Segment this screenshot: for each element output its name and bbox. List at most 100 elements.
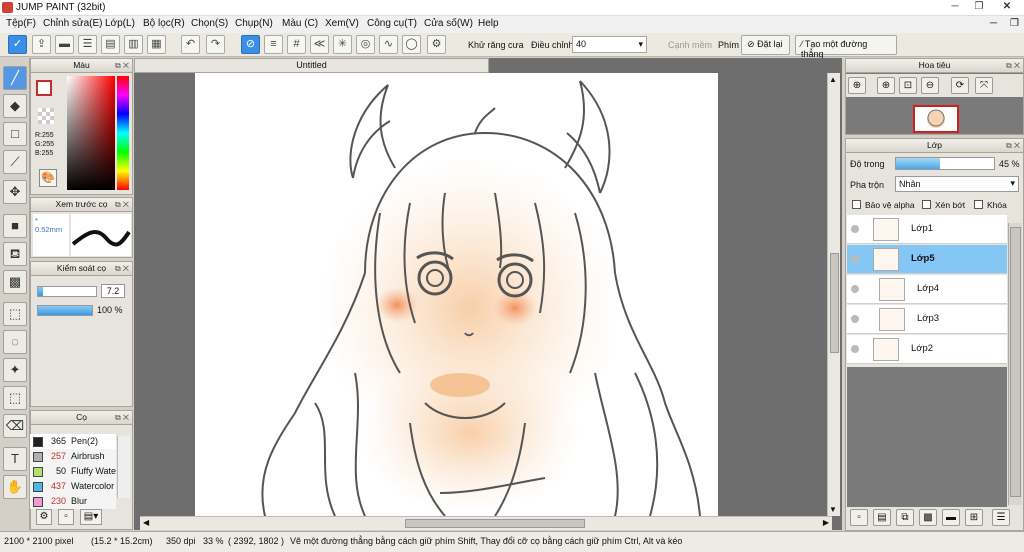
menu-view[interactable]: Xem(V) xyxy=(325,18,359,29)
layer-visibility-icon[interactable] xyxy=(851,285,859,293)
layer-row[interactable]: Lớp3 xyxy=(847,305,1007,334)
brush-tool-icon[interactable]: ╱ xyxy=(3,66,27,90)
comment-icon[interactable]: ▬ xyxy=(55,35,74,54)
duplicate-layer-icon[interactable]: ⧉ xyxy=(896,509,914,526)
panel-menu-icon[interactable]: ⧉ ✕ xyxy=(1006,61,1020,71)
mdi-restore-icon[interactable]: ❐ xyxy=(1010,18,1019,29)
menu-layer[interactable]: Lớp(L) xyxy=(105,18,135,29)
panel-menu-icon[interactable]: ⧉ ✕ xyxy=(115,264,129,274)
new-brush-icon[interactable]: ▫ xyxy=(58,509,74,525)
clipping-checkbox[interactable] xyxy=(922,200,931,209)
scroll-left-icon[interactable]: ◀ xyxy=(143,518,149,527)
brush-size-value[interactable]: 7.2 xyxy=(101,284,125,298)
brush-opacity-slider[interactable] xyxy=(37,305,93,316)
snap-settings-icon[interactable]: ⚙ xyxy=(427,35,446,54)
document-icon[interactable]: ▤ xyxy=(101,35,120,54)
merge-layer-icon[interactable]: ⊞ xyxy=(965,509,983,526)
bucket-tool-icon[interactable]: ⛾ xyxy=(3,242,27,266)
gradient-tool-icon[interactable]: ▩ xyxy=(3,270,27,294)
hue-slider[interactable] xyxy=(117,76,129,190)
protect-alpha-checkbox[interactable] xyxy=(852,200,861,209)
layer-menu-icon[interactable]: ☰ xyxy=(992,509,1010,526)
menu-capture[interactable]: Chụp(N) xyxy=(235,18,273,29)
chat-icon[interactable]: ☰ xyxy=(78,35,97,54)
horizontal-scroll-thumb[interactable] xyxy=(405,519,585,528)
new-layer-folder-icon[interactable]: ▤ xyxy=(873,509,891,526)
scroll-down-icon[interactable]: ▼ xyxy=(829,505,837,514)
menu-select[interactable]: Chọn(S) xyxy=(191,18,228,29)
brush-list-item[interactable]: 50 Fluffy Wate xyxy=(30,464,116,479)
magic-wand-tool-icon[interactable]: ✦ xyxy=(3,358,27,382)
brush-menu-icon[interactable]: ▤▾ xyxy=(80,509,102,525)
layer-visibility-icon[interactable] xyxy=(851,255,859,263)
brush-list-item[interactable]: 230 Blur xyxy=(30,494,116,509)
brush-list-item[interactable]: 437 Watercolor xyxy=(30,479,116,494)
panel-menu-icon[interactable]: ⧉ ✕ xyxy=(115,200,129,210)
zoom-fit-icon[interactable]: ⊡ xyxy=(899,77,917,94)
panel-menu-icon[interactable]: ⧉ ✕ xyxy=(115,413,129,423)
horizontal-scrollbar[interactable]: ◀ ▶ xyxy=(140,516,832,530)
rotate-icon[interactable]: ⟳ xyxy=(951,77,969,94)
menu-file[interactable]: Tệp(F) xyxy=(6,18,36,29)
minimize-icon[interactable]: ─ xyxy=(942,0,968,14)
layer-list-scrollbar[interactable] xyxy=(1008,223,1022,505)
adjust-select[interactable]: 40 ▾ xyxy=(572,36,647,53)
menu-edit[interactable]: Chỉnh sửa(E) xyxy=(43,18,103,29)
grid-layout-icon[interactable]: ▦ xyxy=(147,35,166,54)
page-icon[interactable]: ▥ xyxy=(124,35,143,54)
brush-list-scrollbar[interactable] xyxy=(117,436,130,498)
restore-icon[interactable]: ❐ xyxy=(966,0,992,14)
palette-icon[interactable]: 🎨 xyxy=(39,169,57,187)
menu-color[interactable]: Màu (C) xyxy=(282,18,318,29)
layer-scroll-thumb[interactable] xyxy=(1010,227,1021,497)
straight-line-button[interactable]: ⁄ Tạo một đường thẳng xyxy=(795,35,897,59)
lasso-tool-icon[interactable]: ◌ xyxy=(3,330,27,354)
panel-menu-icon[interactable]: ⧉ ✕ xyxy=(1006,141,1020,151)
vertical-scroll-thumb[interactable] xyxy=(830,253,839,353)
line-tool-icon[interactable]: ⟋ xyxy=(3,150,27,174)
vertical-scrollbar[interactable]: ▲ ▼ xyxy=(827,73,840,516)
redo-icon[interactable]: ↷ xyxy=(206,35,225,54)
hand-tool-icon[interactable]: ✋ xyxy=(3,475,27,499)
scroll-right-icon[interactable]: ▶ xyxy=(823,518,829,527)
folder-icon[interactable]: ▬ xyxy=(942,509,960,526)
menu-window[interactable]: Cửa số(W) xyxy=(424,18,473,29)
brush-size-slider[interactable] xyxy=(37,286,97,297)
screentone-layer-icon[interactable]: ▩ xyxy=(919,509,937,526)
eraser-tool-icon[interactable]: ◆ xyxy=(3,94,27,118)
snap-circle-icon[interactable]: ◎ xyxy=(356,35,375,54)
layer-opacity-slider[interactable] xyxy=(895,157,995,170)
navigator-thumbnail[interactable] xyxy=(913,105,959,133)
primary-color-swatch[interactable] xyxy=(36,80,52,96)
touch-mode-icon[interactable]: ✓ xyxy=(8,35,27,54)
zoom-in-icon[interactable]: ⊕ xyxy=(877,77,895,94)
fit-window-icon[interactable]: ⤧ xyxy=(975,77,993,94)
snap-perspective-icon[interactable]: ≪ xyxy=(310,35,329,54)
scroll-up-icon[interactable]: ▲ xyxy=(829,75,837,84)
layer-row[interactable]: Lớp4 xyxy=(847,275,1007,304)
snap-grid-icon[interactable]: # xyxy=(287,35,306,54)
menu-help[interactable]: Help xyxy=(478,18,499,29)
menu-tools[interactable]: Công cụ(T) xyxy=(367,18,417,29)
transparent-swatch[interactable] xyxy=(38,108,54,124)
snap-radial-icon[interactable]: ✳ xyxy=(333,35,352,54)
snap-ellipse-icon[interactable]: ◯ xyxy=(402,35,421,54)
menu-filter[interactable]: Bộ lọc(R) xyxy=(143,18,185,29)
lock-checkbox[interactable] xyxy=(974,200,983,209)
brush-list-item[interactable]: 257 Airbrush xyxy=(30,449,116,464)
layer-visibility-icon[interactable] xyxy=(851,225,859,233)
mdi-minimize-icon[interactable]: ─ xyxy=(990,18,997,29)
layer-visibility-icon[interactable] xyxy=(851,345,859,353)
layer-visibility-icon[interactable] xyxy=(851,315,859,323)
reset-button[interactable]: ⊘ Đặt lại xyxy=(741,35,790,55)
document-tab[interactable]: Untitled xyxy=(134,58,489,73)
rect-select-tool-icon[interactable]: ⬚ xyxy=(3,302,27,326)
snap-curve-icon[interactable]: ∿ xyxy=(379,35,398,54)
new-layer-icon[interactable]: ▫ xyxy=(850,509,868,526)
undo-icon[interactable]: ↶ xyxy=(181,35,200,54)
brush-list-item[interactable]: 365 Pen(2) xyxy=(30,434,116,449)
layer-row[interactable]: Lớp5 xyxy=(847,245,1007,274)
panel-menu-icon[interactable]: ⧉ ✕ xyxy=(115,61,129,71)
layer-row[interactable]: Lớp1 xyxy=(847,215,1007,244)
select-pen-tool-icon[interactable]: ⬚ xyxy=(3,386,27,410)
